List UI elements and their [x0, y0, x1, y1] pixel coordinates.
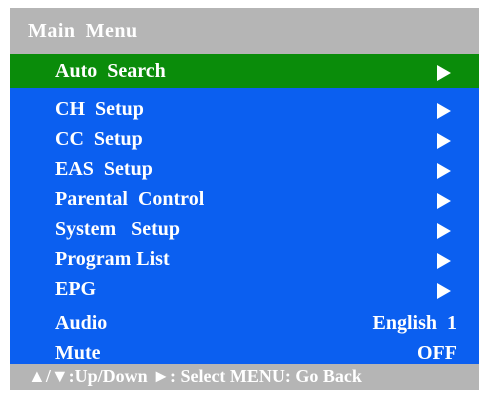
menu-item-label: Parental Control — [55, 188, 205, 210]
right-arrow-icon — [437, 223, 451, 239]
right-arrow-icon — [437, 133, 451, 149]
menu-item-label: Auto Search — [55, 60, 166, 82]
menu-item-label: EAS Setup — [55, 158, 153, 180]
menu-item-label: Audio — [55, 312, 108, 334]
title-bar: Main Menu — [10, 8, 479, 54]
right-arrow-icon — [437, 163, 451, 179]
menu-item-program-list[interactable]: Program List — [10, 244, 479, 274]
menu-item-label: Mute — [55, 342, 101, 364]
menu-title: Main Menu — [28, 20, 138, 43]
right-arrow-icon — [437, 65, 451, 81]
menu-item-label: CC Setup — [55, 128, 143, 150]
right-arrow-icon — [437, 193, 451, 209]
menu-item-ch-setup[interactable]: CH Setup — [10, 94, 479, 124]
main-menu-osd: Main Menu Auto Search CH Setup CC Setup E… — [10, 8, 479, 390]
menu-item-system-setup[interactable]: System Setup — [10, 214, 479, 244]
menu-item-epg[interactable]: EPG — [10, 274, 479, 304]
right-arrow-icon — [437, 253, 451, 269]
menu-title-word2: Menu — [85, 20, 138, 42]
footer-hint: ▲/▼:Up/Down ►: Select MENU: Go Back — [28, 366, 362, 386]
menu-item-auto-search[interactable]: Auto Search — [10, 54, 479, 88]
right-arrow-icon — [437, 283, 451, 299]
menu-item-label: EPG — [55, 278, 97, 300]
menu-title-word1: Main — [28, 20, 76, 42]
menu-item-eas-setup[interactable]: EAS Setup — [10, 154, 479, 184]
menu-item-parental-control[interactable]: Parental Control — [10, 184, 479, 214]
mute-value: OFF — [417, 342, 457, 364]
audio-value: English 1 — [372, 312, 457, 334]
footer-hint-bar: ▲/▼:Up/Down ►: Select MENU: Go Back — [10, 364, 479, 390]
menu-item-audio[interactable]: Audio English 1 — [10, 308, 479, 338]
menu-item-cc-setup[interactable]: CC Setup — [10, 124, 479, 154]
menu-item-label: Program List — [55, 248, 170, 270]
menu-item-label: System Setup — [55, 218, 181, 240]
menu-item-label: CH Setup — [55, 98, 144, 120]
menu-list: CH Setup CC Setup EAS Setup Parental Con… — [10, 88, 479, 364]
right-arrow-icon — [437, 103, 451, 119]
